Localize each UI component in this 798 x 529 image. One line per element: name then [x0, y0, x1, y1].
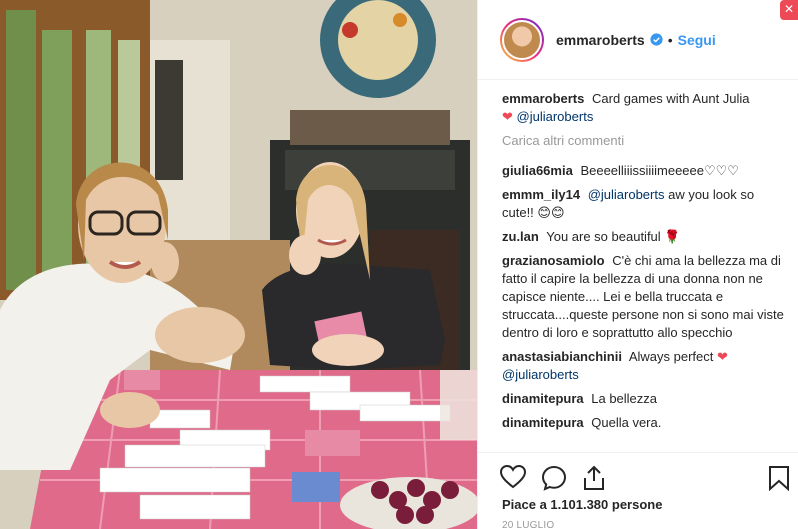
comment-mention[interactable]: @juliaroberts [588, 187, 665, 202]
comment-item: grazianosamiolo C'è chi ama la bellezza … [502, 252, 789, 342]
comment-username[interactable]: grazianosamiolo [502, 253, 605, 268]
caption: emmaroberts Card games with Aunt Julia ❤… [502, 90, 789, 126]
verified-badge-icon [650, 33, 663, 46]
comment-username[interactable]: giulia66mia [502, 163, 573, 178]
comment-username[interactable]: dinamitepura [502, 415, 584, 430]
load-more-comments-button[interactable]: Carica altri commenti [502, 132, 789, 150]
heart-icon[interactable] [500, 465, 526, 489]
avatar[interactable] [500, 17, 544, 62]
post-header: emmaroberts • Segui [478, 0, 798, 80]
header-username[interactable]: emmaroberts [556, 32, 645, 48]
post-side-panel: ✕ emmaroberts • Segui emmaroberts Card g… [477, 0, 798, 529]
header-separator: • [667, 31, 673, 48]
caption-text: Card games with Aunt Julia [592, 91, 750, 106]
photo-illustration [0, 0, 477, 529]
avatar-image[interactable] [502, 19, 542, 60]
comments-list: emmaroberts Card games with Aunt Julia ❤… [478, 80, 798, 452]
comment-username[interactable]: dinamitepura [502, 391, 584, 406]
action-bar [478, 452, 798, 496]
comment-text: La bellezza [591, 391, 658, 406]
caption-mention[interactable]: @juliaroberts [517, 109, 594, 124]
comment-text: You are so beautiful 🌹 [546, 229, 681, 244]
likes-count[interactable]: Piace a 1.101.380 persone [502, 497, 662, 512]
heart-emoji-icon: ❤ [717, 349, 728, 364]
follow-button[interactable]: Segui [678, 32, 716, 48]
comment-item: dinamitepura La bellezza [502, 390, 789, 408]
share-icon[interactable] [582, 465, 606, 491]
comment-text: Beeeelliiissiiiimeeeee♡♡♡ [580, 163, 739, 178]
comment-item: emmm_ily14 @juliaroberts aw you look so … [502, 186, 789, 222]
comment-item: giulia66mia Beeeelliiissiiiimeeeee♡♡♡ [502, 162, 789, 180]
comment-item: zu.lan You are so beautiful 🌹 [502, 228, 789, 246]
heart-emoji-icon: ❤ [502, 109, 513, 124]
post-date: 20 LUGLIO [502, 520, 555, 529]
comment-username[interactable]: zu.lan [502, 229, 539, 244]
comment-username[interactable]: anastasiabianchinii [502, 349, 622, 364]
comment-icon[interactable] [541, 465, 567, 491]
comment-username[interactable]: emmm_ily14 [502, 187, 580, 202]
comment-mention[interactable]: @juliaroberts [502, 367, 579, 382]
comment-text: Always perfect [628, 349, 714, 364]
bookmark-icon[interactable] [768, 465, 790, 491]
comment-item: anastasiabianchinii Always perfect ❤ @ju… [502, 348, 789, 384]
comment-item: dinamitepura Quella vera. [502, 414, 789, 432]
caption-username[interactable]: emmaroberts [502, 91, 584, 106]
post-photo[interactable] [0, 0, 477, 529]
comment-text: Quella vera. [591, 415, 662, 430]
